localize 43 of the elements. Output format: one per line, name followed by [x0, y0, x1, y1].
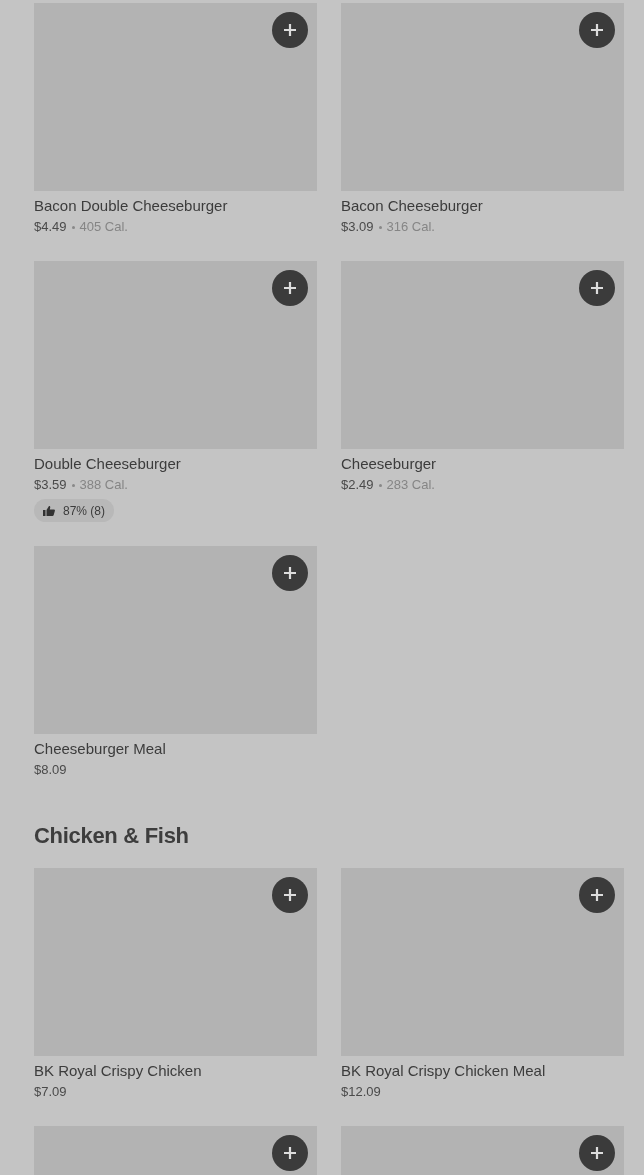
add-button[interactable] [272, 877, 308, 913]
item-name[interactable]: BK Royal Crispy Chicken [34, 1060, 317, 1082]
add-button[interactable] [579, 1135, 615, 1171]
plus-icon [590, 1146, 604, 1160]
item-name[interactable]: BK Royal Crispy Chicken Meal [341, 1060, 624, 1082]
plus-icon [283, 888, 297, 902]
plus-icon [283, 1146, 297, 1160]
add-button[interactable] [272, 12, 308, 48]
separator-dot [71, 225, 75, 229]
plus-icon [590, 281, 604, 295]
item-price: $4.49 [34, 218, 67, 236]
item-name[interactable]: Cheeseburger [341, 453, 624, 475]
separator-dot [378, 483, 382, 487]
section-heading: Chicken & Fish [34, 822, 190, 850]
item-calories: 388 Cal. [79, 476, 128, 494]
add-button[interactable] [579, 270, 615, 306]
add-button[interactable] [272, 270, 308, 306]
item-name[interactable]: Cheeseburger Meal [34, 738, 317, 760]
item-price: $3.59 [34, 476, 67, 494]
plus-icon [283, 23, 297, 37]
item-price: $3.09 [341, 218, 374, 236]
item-calories: 405 Cal. [79, 218, 128, 236]
separator-dot [71, 483, 75, 487]
plus-icon [283, 281, 297, 295]
add-button[interactable] [272, 1135, 308, 1171]
item-calories: 283 Cal. [386, 476, 435, 494]
separator-dot [378, 225, 382, 229]
thumbs-up-icon [43, 505, 55, 516]
item-price: $8.09 [34, 761, 67, 779]
item-name[interactable]: Bacon Double Cheeseburger [34, 195, 317, 217]
plus-icon [590, 888, 604, 902]
item-price: $7.09 [34, 1083, 67, 1101]
item-name[interactable]: Double Cheeseburger [34, 453, 317, 475]
add-button[interactable] [579, 877, 615, 913]
add-button[interactable] [579, 12, 615, 48]
item-price: $2.49 [341, 476, 374, 494]
item-calories: 316 Cal. [386, 218, 435, 236]
plus-icon [590, 23, 604, 37]
item-name[interactable]: Bacon Cheeseburger [341, 195, 624, 217]
rating-text: 87% (8) [63, 503, 106, 518]
plus-icon [283, 566, 297, 580]
item-price: $12.09 [341, 1083, 381, 1101]
add-button[interactable] [272, 555, 308, 591]
